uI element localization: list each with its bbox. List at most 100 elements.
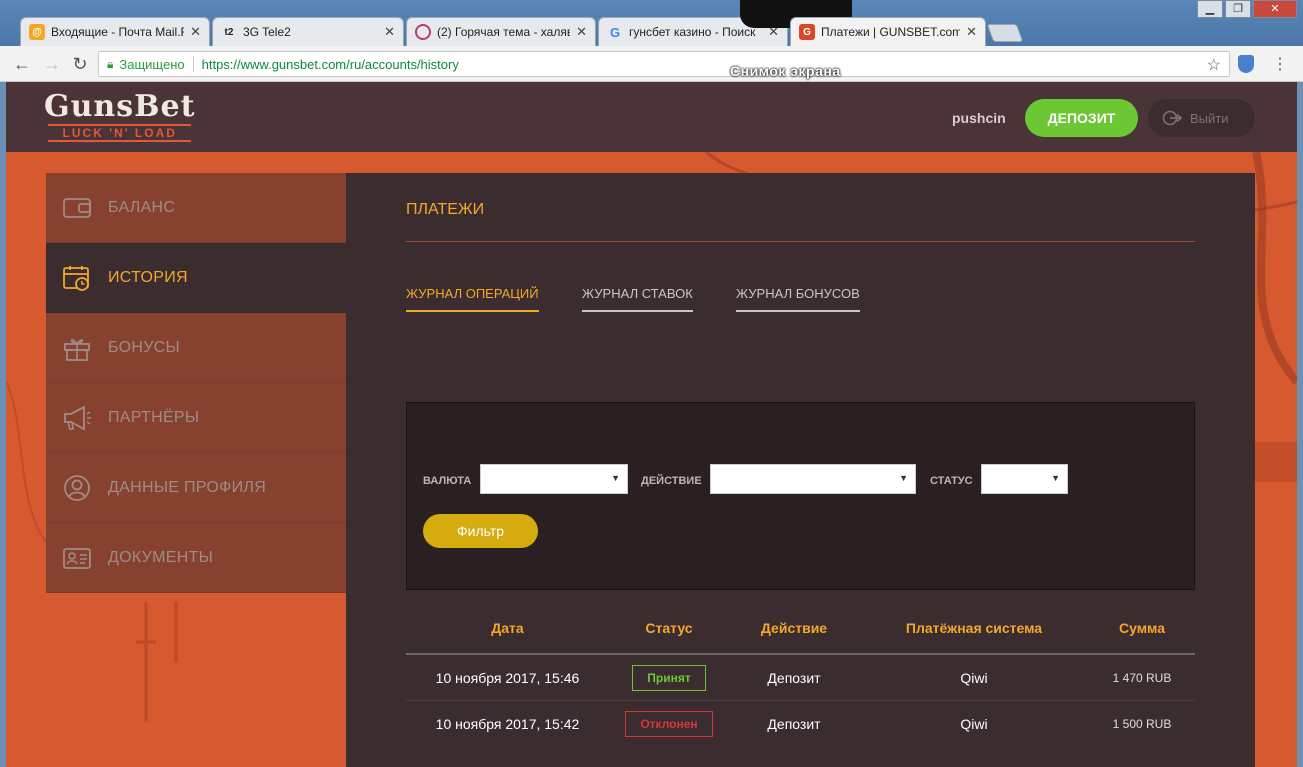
megaphone-icon [64,404,91,431]
status-badge: Принят [632,664,706,691]
tab-operations-log[interactable]: ЖУРНАЛ ОПЕРАЦИЙ [406,286,539,312]
logo-text: GunsBet [44,89,196,124]
status-select[interactable]: ▼ [981,464,1068,494]
close-tab-icon[interactable]: ✕ [576,24,587,40]
tab-title: (2) Горячая тема - халяв [437,25,571,39]
browser-tab-tele2[interactable]: t2 3G Tele2 ✕ [212,17,404,46]
logout-label: Выйти [1190,110,1229,126]
tele2-icon: t2 [224,26,234,38]
sidebar-item-bonuses[interactable]: БОНУСЫ [46,313,346,383]
forward-arrow-icon[interactable]: → [42,54,62,74]
window-controls: ▁ ❐ ✕ [1197,0,1297,18]
site-viewport: GunsBet LUCK 'N' LOAD pushcin ДЕПОЗИТ Вы… [6,82,1297,767]
mail-icon: @ [29,24,45,40]
lock-icon: 🔒︎ [107,56,114,71]
browser-tab-bar: @ Входящие - Почта Mail.R ✕ t2 3G Tele2 … [0,0,1303,46]
column-payment-system: Платёжная система [905,620,1043,636]
close-tab-icon[interactable]: ✕ [190,24,201,40]
gunsbet-logo[interactable]: GunsBet LUCK 'N' LOAD [44,90,195,142]
cell-date: 10 ноября 2017, 15:46 [435,669,580,686]
column-action: Действие [760,620,828,636]
dropdown-arrow-icon: ▼ [611,473,620,483]
logo-tagline: LUCK 'N' LOAD [48,124,192,142]
bookmark-star-icon[interactable]: ☆ [1207,55,1221,75]
column-date: Дата [491,620,524,636]
filter-button[interactable]: Фильтр [423,514,538,548]
account-sidebar: БАЛАНС ИСТОРИЯ БОНУСЫ ПАРТНЁРЫ ДАННЫЕ ПР… [46,173,346,593]
sidebar-item-label: ДОКУМЕНТЫ [108,548,214,566]
address-bar: ← → ↻ 🔒︎ Защищено https://www.gunsbet.co… [0,46,1303,82]
cell-amount: 1 500 RUB [1112,717,1172,731]
gift-icon [64,338,90,361]
url-text: https://www.gunsbet.com/ru/accounts/hist… [201,56,459,72]
payments-table: Дата Статус Действие Платёжная система С… [406,603,1195,747]
wallet-icon [63,197,91,218]
sidebar-item-balance[interactable]: БАЛАНС [46,173,346,243]
sidebar-item-label: ИСТОРИЯ [108,268,188,286]
browser-tab-forum[interactable]: (2) Горячая тема - халяв ✕ [406,17,596,46]
cell-payment-system: Qiwi [960,716,988,732]
currency-select[interactable]: ▼ [480,464,628,494]
column-amount: Сумма [1118,620,1166,636]
close-window-button[interactable]: ✕ [1253,0,1297,18]
logout-button[interactable]: Выйти [1148,99,1255,137]
screenshot-watermark: Снимок экрана [730,63,841,79]
cell-action: Депозит [767,669,821,686]
cell-date: 10 ноября 2017, 15:42 [435,716,580,732]
divider [192,56,194,72]
close-tab-icon[interactable]: ✕ [384,24,395,40]
close-tab-icon[interactable]: ✕ [966,24,977,40]
browser-tab-mail[interactable]: @ Входящие - Почта Mail.R ✕ [20,17,210,46]
status-badge: Отклонен [625,711,713,737]
sidebar-item-label: ДАННЫЕ ПРОФИЛЯ [108,478,267,496]
column-status: Статус [645,620,693,636]
sidebar-item-partners[interactable]: ПАРТНЁРЫ [46,383,346,453]
table-row: 10 ноября 2017, 15:46 Принят Депозит Qiw… [406,655,1195,701]
tab-bonuses-log[interactable]: ЖУРНАЛ БОНУСОВ [736,286,860,312]
sidebar-item-profile[interactable]: ДАННЫЕ ПРОФИЛЯ [46,453,346,523]
cell-action: Депозит [767,716,821,732]
dropdown-arrow-icon: ▼ [1051,473,1060,483]
sidebar-item-label: ПАРТНЁРЫ [108,408,200,426]
browser-menu-icon[interactable]: ⋮ [1272,54,1288,74]
calendar-clock-icon [63,265,89,291]
username[interactable]: pushcin [952,110,1006,126]
filter-panel: ВАЛЮТА ▼ ДЕЙСТВИЕ ▼ СТАТУС ▼ Фильтр [406,402,1195,590]
minimize-button[interactable]: ▁ [1197,0,1223,18]
secure-label: Защищено [119,56,185,72]
table-row: 10 ноября 2017, 15:42 Отклонен Депозит Q… [406,701,1195,747]
google-icon: G [609,24,621,40]
forum-icon [415,24,431,40]
back-arrow-icon[interactable]: ← [12,54,32,74]
new-tab-button[interactable] [986,24,1024,42]
status-label: СТАТУС [930,475,973,487]
reload-icon[interactable]: ↻ [70,54,90,74]
tab-bets-log[interactable]: ЖУРНАЛ СТАВОК [582,286,693,312]
action-label: ДЕЙСТВИЕ [641,475,702,487]
tab-title: 3G Tele2 [243,25,291,39]
deposit-button[interactable]: ДЕПОЗИТ [1025,99,1138,137]
id-card-icon [63,547,91,569]
cell-payment-system: Qiwi [960,669,988,686]
tab-title: гунсбет казино - Поиск [629,25,756,39]
browser-tab-gunsbet[interactable]: G Платежи | GUNSBET.com ✕ [790,17,986,46]
site-header: GunsBet LUCK 'N' LOAD pushcin ДЕПОЗИТ Вы… [6,82,1297,152]
title-divider [406,241,1195,242]
sidebar-item-label: БАЛАНС [108,198,176,216]
dropdown-arrow-icon: ▼ [899,473,908,483]
sidebar-item-documents[interactable]: ДОКУМЕНТЫ [46,523,346,593]
gunsbet-icon: G [799,24,815,40]
sidebar-item-history[interactable]: ИСТОРИЯ [46,243,346,313]
payments-panel: ПЛАТЕЖИ ЖУРНАЛ ОПЕРАЦИЙ ЖУРНАЛ СТАВОК ЖУ… [346,173,1255,767]
cell-amount: 1 470 RUB [1112,670,1172,685]
extension-shield-icon[interactable] [1238,55,1254,73]
tab-title: Платежи | GUNSBET.com [821,25,961,39]
page-title: ПЛАТЕЖИ [406,201,485,218]
action-select[interactable]: ▼ [710,464,916,494]
url-field[interactable]: 🔒︎ Защищено https://www.gunsbet.com/ru/a… [98,51,1230,77]
table-header: Дата Статус Действие Платёжная система С… [406,603,1195,655]
tab-title: Входящие - Почта Mail.R [51,25,185,39]
maximize-button[interactable]: ❐ [1225,0,1251,18]
sidebar-item-label: БОНУСЫ [108,338,181,356]
user-circle-icon [64,474,90,501]
